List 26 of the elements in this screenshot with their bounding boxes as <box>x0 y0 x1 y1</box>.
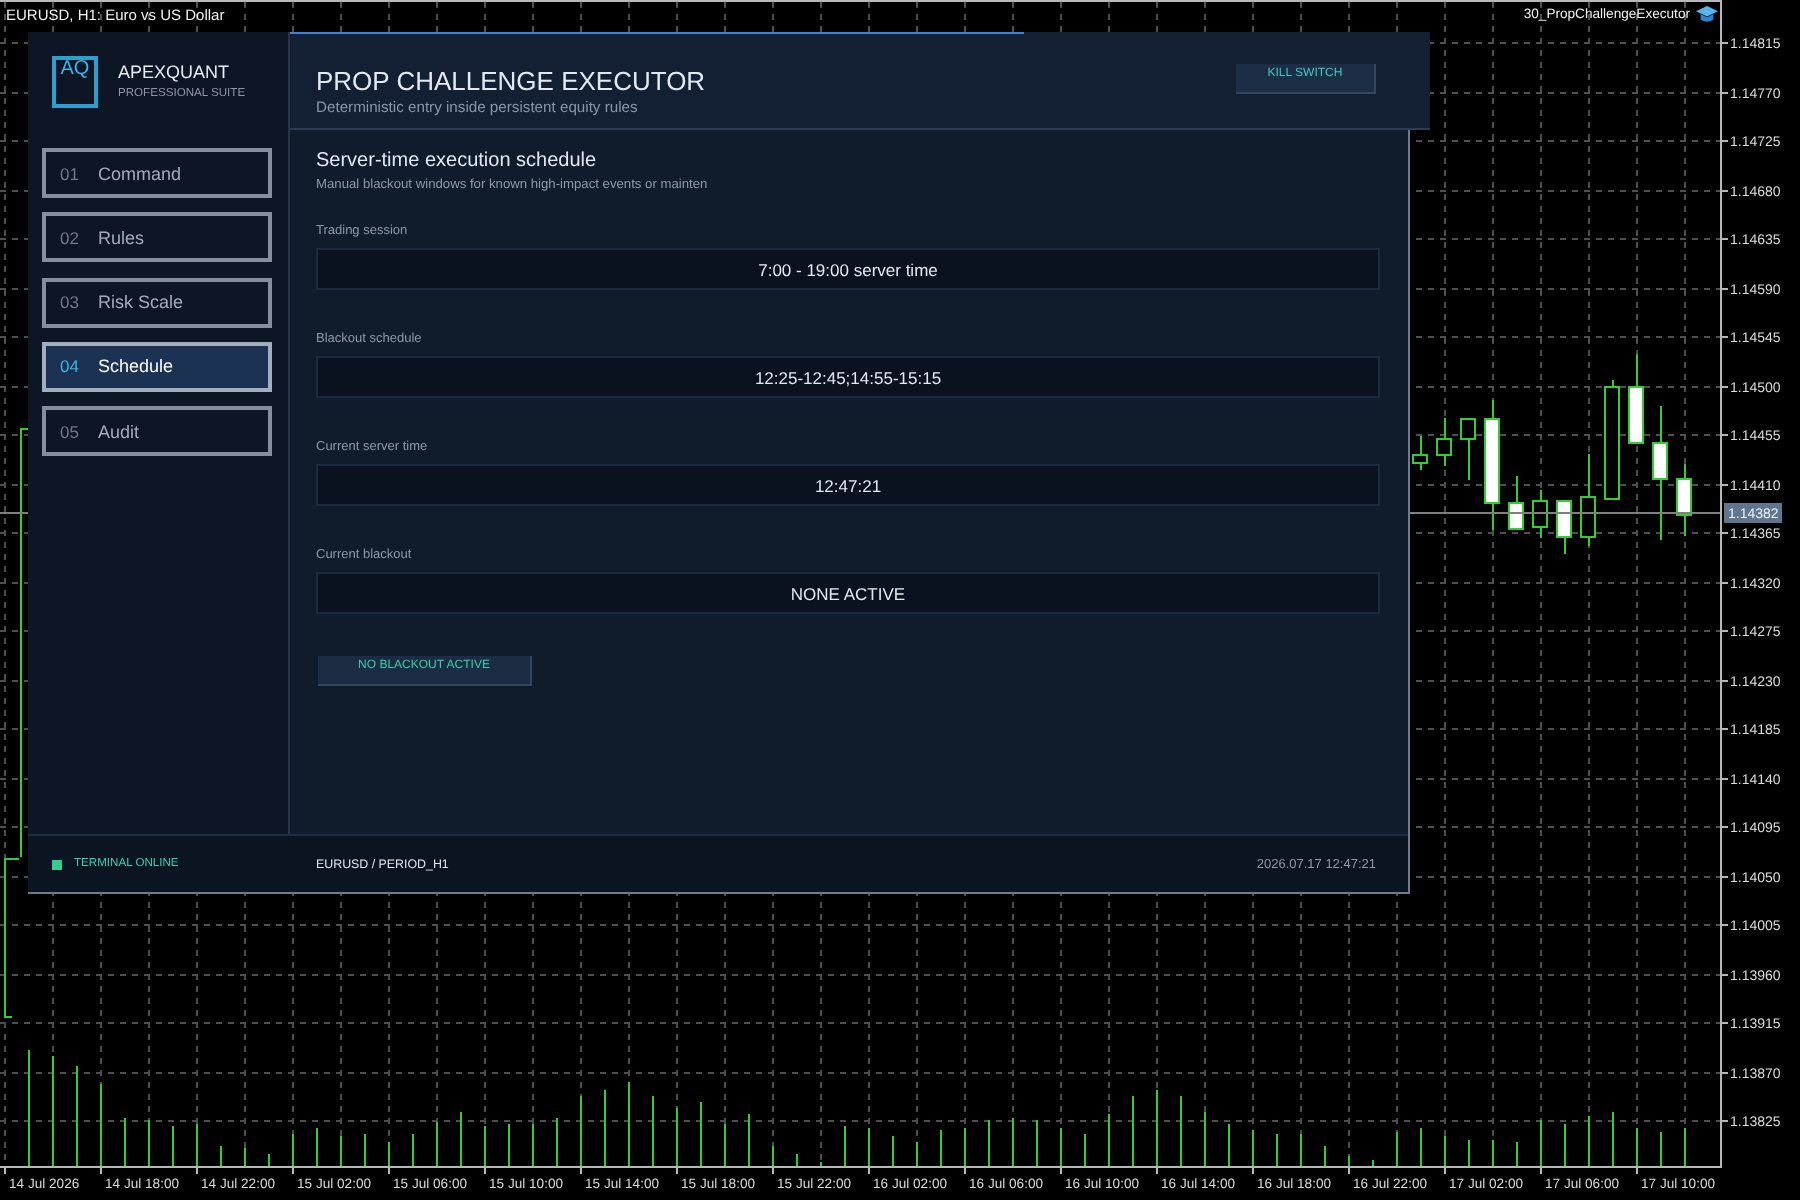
candlestick <box>1580 453 1596 547</box>
nav-item[interactable]: 03 Risk Scale <box>42 277 272 327</box>
candlestick <box>1412 435 1428 471</box>
candlestick <box>1676 463 1692 537</box>
candlestick <box>1484 399 1500 531</box>
nav-item[interactable]: 02 Rules <box>42 212 272 263</box>
app-title: PROP CHALLENGE EXECUTOR <box>316 66 706 96</box>
value-field: 7:00 - 19:00 server time <box>316 248 1380 290</box>
candlestick <box>1556 499 1572 555</box>
brand-name: APEXQUANT <box>118 62 232 84</box>
candlestick <box>1628 353 1644 444</box>
candlestick <box>1508 475 1524 530</box>
nav-item[interactable]: 04 Schedule <box>42 341 272 392</box>
nav-item[interactable]: 05 Audit <box>42 406 272 456</box>
nav-item[interactable]: 01 Command <box>42 148 272 198</box>
candlestick <box>1652 405 1668 541</box>
value-field: 12:25-12:45;14:55-15:15 <box>316 356 1380 398</box>
candlestick <box>1436 417 1452 467</box>
candlestick <box>1532 489 1548 539</box>
value-field: 12:47:21 <box>316 464 1380 506</box>
section-title: Server-time execution schedule <box>316 150 599 174</box>
candlestick <box>1604 379 1620 500</box>
graduation-cap-icon <box>1696 6 1718 24</box>
value-field: NONE ACTIVE <box>316 572 1380 614</box>
candlestick <box>1460 417 1476 481</box>
brand-logo: AQ <box>52 56 98 108</box>
